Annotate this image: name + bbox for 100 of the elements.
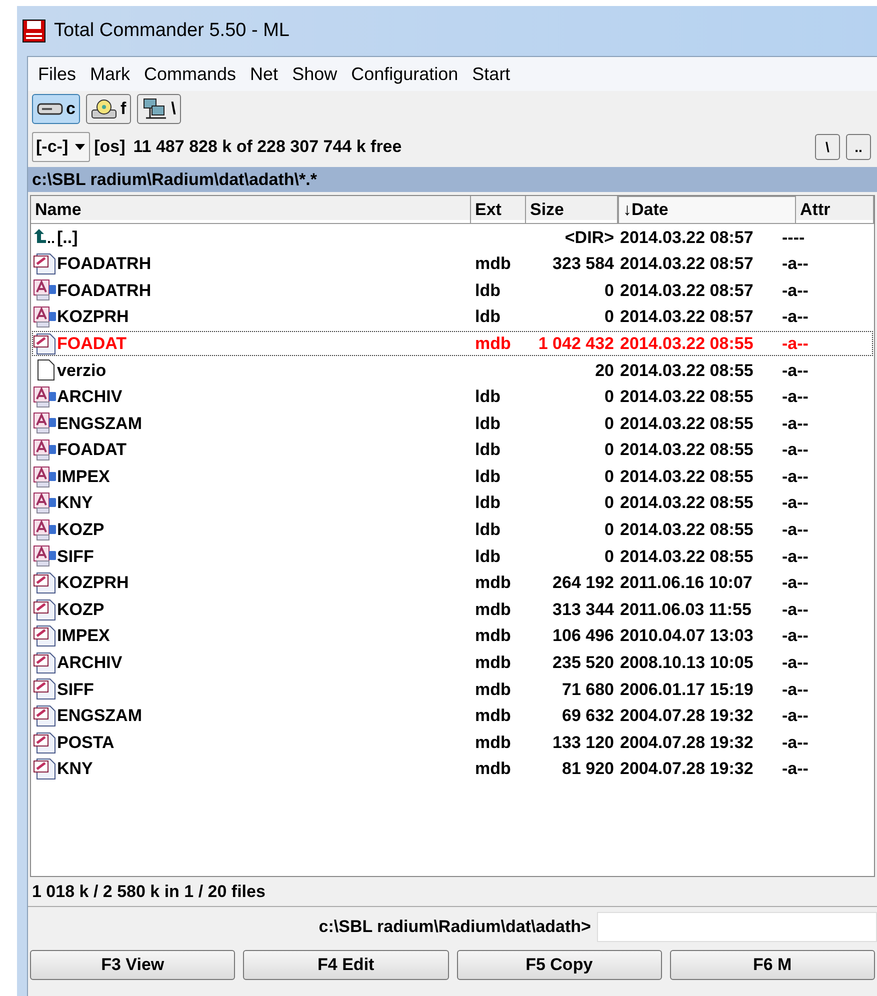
file-name: FOADAT — [57, 332, 127, 355]
menu-item[interactable]: Files — [38, 60, 76, 88]
column-header[interactable]: Name — [31, 196, 471, 224]
file-row[interactable]: IMPEX ldb 0 2014.03.22 08:55 -a-- — [31, 463, 874, 490]
file-size: 71 680 — [562, 680, 614, 699]
file-size: 1 042 432 — [538, 334, 614, 353]
file-row[interactable]: [..] <DIR> 2014.03.22 08:57 ---- — [31, 224, 874, 251]
file-name: KNY — [57, 492, 93, 514]
file-size: 323 584 — [552, 254, 614, 274]
file-row[interactable]: KOZPRH ldb 0 2014.03.22 08:57 -a-- — [31, 304, 874, 330]
menu-item[interactable]: Start — [472, 60, 510, 88]
file-extension: mdb — [475, 254, 511, 274]
file-size: 0 — [604, 440, 614, 460]
file-row[interactable]: ARCHIV ldb 0 2014.03.22 08:55 -a-- — [31, 384, 874, 410]
file-attributes: -a-- — [782, 280, 808, 300]
function-key-button[interactable]: F3 View — [30, 950, 236, 980]
window-title: Total Commander 5.50 - ML — [54, 18, 290, 43]
lock-file-icon — [33, 306, 57, 328]
up-arrow-icon — [33, 229, 57, 246]
function-key-button[interactable]: F5 Copy — [456, 950, 662, 980]
database-file-icon — [33, 758, 57, 780]
column-header[interactable]: Attr — [796, 196, 874, 224]
file-size: 0 — [604, 307, 614, 326]
caret-icon — [74, 143, 86, 151]
directory-button[interactable]: .. — [846, 134, 871, 160]
column-header[interactable]: ↓Date — [618, 196, 796, 224]
file-name: IMPEX — [57, 625, 110, 648]
column-header[interactable]: Ext — [471, 196, 526, 224]
file-row[interactable]: ENGSZAM ldb 0 2014.03.22 08:55 -a-- — [31, 410, 874, 437]
database-file-icon — [33, 704, 57, 727]
file-date: 2014.03.22 08:55 — [620, 520, 754, 540]
file-size: 0 — [604, 466, 614, 486]
file-row[interactable]: KNY ldb 0 2014.03.22 08:55 -a-- — [31, 490, 874, 517]
file-extension: ldb — [475, 414, 500, 433]
file-attributes: -a-- — [782, 759, 808, 778]
file-attributes: -a-- — [782, 360, 808, 380]
file-attributes: -a-- — [782, 600, 808, 619]
file-row[interactable]: verzio 20 2014.03.22 08:55 -a-- — [31, 356, 874, 384]
file-row[interactable]: FOADATRH ldb 0 2014.03.22 08:57 -a-- — [31, 277, 874, 304]
file-size: 133 120 — [552, 732, 614, 752]
file-attributes: -a-- — [782, 414, 808, 433]
file-extension: ldb — [475, 440, 500, 460]
hard-drive-icon — [37, 101, 63, 117]
file-extension: mdb — [475, 653, 511, 672]
lock-file-icon — [33, 412, 57, 434]
file-row[interactable]: ARCHIV mdb 235 520 2008.10.13 10:05 -a-- — [31, 650, 874, 676]
file-date: 2014.03.22 08:55 — [620, 334, 754, 353]
file-date: 2014.03.22 08:55 — [620, 360, 754, 380]
file-name: SIFF — [57, 678, 94, 701]
file-extension: ldb — [475, 520, 500, 540]
directory-button[interactable]: \ — [815, 134, 840, 160]
file-row[interactable]: KOZPRH mdb 264 192 2011.06.16 10:07 -a-- — [31, 570, 874, 596]
lock-file-icon — [33, 279, 57, 302]
file-name: IMPEX — [57, 466, 110, 488]
file-size: 264 192 — [552, 573, 614, 592]
file-date: 2014.03.22 08:55 — [620, 546, 754, 566]
file-row[interactable]: KNY mdb 81 920 2004.07.28 19:32 -a-- — [31, 756, 874, 782]
file-date: 2010.04.07 13:03 — [620, 626, 754, 646]
file-name: KOZPRH — [57, 572, 129, 594]
file-extension: ldb — [475, 307, 500, 326]
command-prompt: c:\SBL radium\Radium\dat\adath> — [318, 916, 591, 938]
file-row[interactable]: SIFF mdb 71 680 2006.01.17 15:19 -a-- — [31, 676, 874, 703]
file-extension: ldb — [475, 546, 500, 566]
menu-item[interactable]: Net — [250, 60, 278, 88]
drive-button[interactable]: f — [86, 94, 132, 124]
lock-file-icon — [33, 439, 57, 462]
function-key-button[interactable]: F6 M — [670, 950, 875, 980]
command-field[interactable] — [597, 912, 877, 942]
menu-item[interactable]: Show — [292, 60, 338, 88]
database-file-icon — [33, 678, 57, 700]
file-name: POSTA — [57, 732, 114, 754]
drive-button[interactable]: c — [32, 94, 80, 124]
file-date: 2006.01.17 15:19 — [620, 680, 754, 699]
file-row[interactable]: KOZP mdb 313 344 2011.06.03 11:55 -a-- — [31, 596, 874, 623]
file-extension: mdb — [475, 680, 511, 699]
drive-dropdown[interactable]: [-c-] — [32, 132, 90, 162]
file-attributes: -a-- — [782, 680, 808, 699]
file-row[interactable]: FOADAT mdb 1 042 432 2014.03.22 08:55 -a-- — [31, 330, 874, 357]
drive-button[interactable]: \ — [137, 94, 181, 124]
database-file-icon — [33, 332, 57, 355]
file-date: 2014.03.22 08:57 — [620, 280, 754, 300]
file-row[interactable]: POSTA mdb 133 120 2004.07.28 19:32 -a-- — [31, 729, 874, 756]
file-row[interactable]: KOZP ldb 0 2014.03.22 08:55 -a-- — [31, 516, 874, 544]
file-row[interactable]: IMPEX mdb 106 496 2010.04.07 13:03 -a-- — [31, 622, 874, 650]
file-extension: ldb — [475, 493, 500, 512]
menu-item[interactable]: Commands — [144, 60, 236, 88]
file-attributes: -a-- — [782, 546, 808, 566]
cd-drive-icon — [91, 99, 118, 119]
file-date: 2014.03.22 08:55 — [620, 387, 754, 406]
file-row[interactable]: SIFF ldb 0 2014.03.22 08:55 -a-- — [31, 543, 874, 570]
function-key-button[interactable]: F4 Edit — [243, 950, 448, 980]
lock-file-icon — [33, 545, 57, 568]
file-size: 0 — [604, 280, 614, 300]
database-file-icon — [33, 598, 57, 621]
file-row[interactable]: FOADATRH mdb 323 584 2014.03.22 08:57 -a-- — [31, 250, 874, 278]
file-name: KOZP — [57, 598, 104, 621]
menu-item[interactable]: Mark — [90, 60, 130, 88]
file-row[interactable]: ENGSZAM mdb 69 632 2004.07.28 19:32 -a-- — [31, 702, 874, 730]
file-row[interactable]: FOADAT ldb 0 2014.03.22 08:55 -a-- — [31, 436, 874, 464]
menu-item[interactable]: Configuration — [351, 60, 458, 88]
